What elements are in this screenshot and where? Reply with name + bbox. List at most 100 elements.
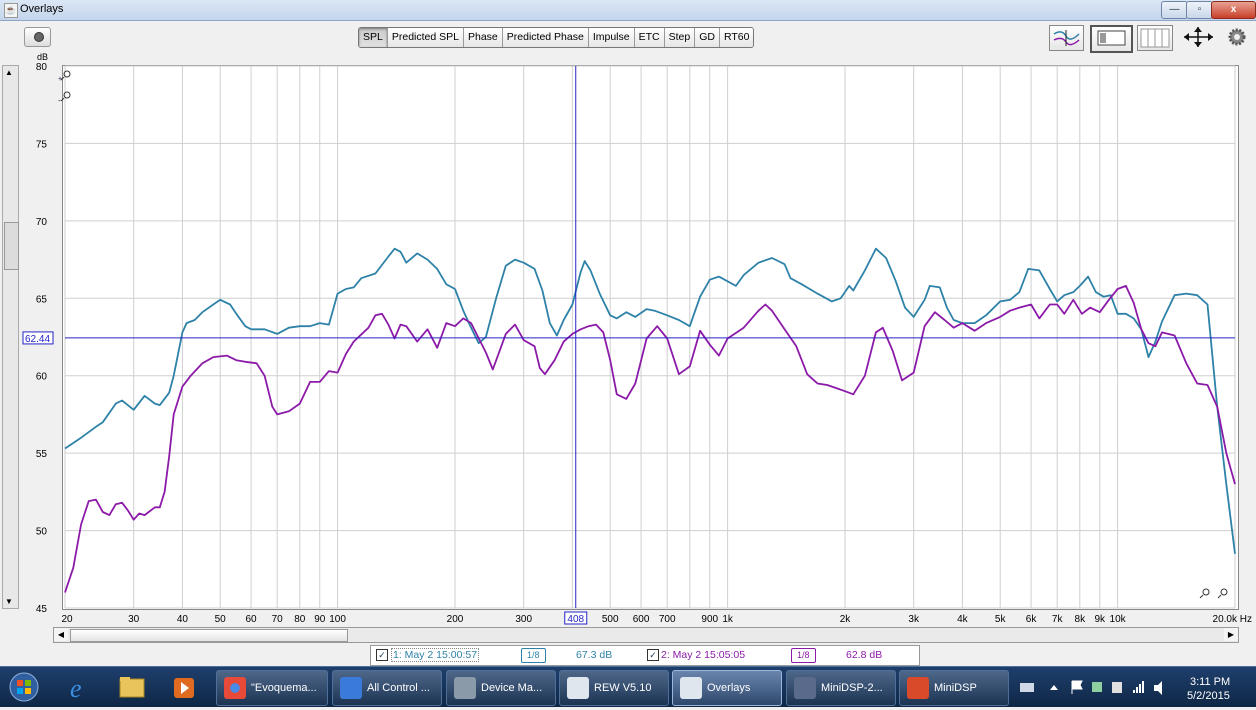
taskbar-item-minidsp-2[interactable]: MiniDSP-2...	[786, 670, 896, 706]
graph-tabs: SPL Predicted SPL Phase Predicted Phase …	[358, 27, 755, 48]
tab-step[interactable]: Step	[664, 28, 696, 47]
y-tick-label: 60	[36, 372, 48, 383]
x-tick-label: 5k	[995, 614, 1007, 625]
x-tick-label: 70	[272, 614, 284, 625]
y-tick-label: 65	[36, 294, 48, 305]
x-tick-label: 200	[447, 614, 464, 625]
taskbar-item-overlays[interactable]: Overlays	[672, 670, 782, 706]
maximize-button[interactable]: ▫	[1186, 1, 1213, 19]
keyboard-icon[interactable]	[1020, 683, 1034, 692]
all-traces-button[interactable]	[1090, 25, 1133, 53]
y-tick-label: 55	[36, 449, 48, 460]
scroll-right-arrow[interactable]: ▶	[1224, 628, 1238, 641]
x-tick-label: 300	[515, 614, 532, 625]
x-tick-label: 30	[128, 614, 140, 625]
network-icon[interactable]	[1092, 682, 1102, 692]
x-tick-label: 10k	[1110, 614, 1127, 625]
taskbar-item-label: Device Ma...	[481, 682, 543, 694]
y-axis: 80 75 70 65 60 55 50 45	[36, 62, 48, 615]
y-tick-label: 75	[36, 139, 48, 150]
measurement-1-smoothing[interactable]: 1/8	[521, 648, 546, 663]
x-tick-label: 100	[329, 614, 346, 625]
internet-explorer-icon[interactable]: e	[60, 671, 100, 703]
x-tick-label: 1k	[722, 614, 734, 625]
signal-icon[interactable]	[1133, 681, 1144, 693]
taskbar-item-device-manager[interactable]: Device Ma...	[446, 670, 556, 706]
window-layout-icon	[1097, 30, 1126, 46]
show-hidden-icons-icon[interactable]	[1050, 685, 1058, 690]
control-panel-icon	[340, 677, 362, 699]
x-tick-label: 40	[177, 614, 189, 625]
tab-predicted-spl[interactable]: Predicted SPL	[387, 28, 464, 47]
volume-icon[interactable]	[1154, 681, 1162, 695]
measurement-2-smoothing[interactable]: 1/8	[791, 648, 816, 663]
chrome-icon	[224, 677, 246, 699]
horizontal-scroll-thumb[interactable]	[70, 629, 348, 642]
title-bar: ☕ Overlays — ▫ x	[0, 0, 1256, 21]
measurement-2-name[interactable]: 2: May 2 15:05:05	[661, 649, 745, 661]
flag-icon[interactable]	[1071, 680, 1083, 694]
scroll-down-arrow[interactable]: ▼	[5, 597, 13, 606]
taskbar-item-label: All Control ...	[367, 682, 430, 694]
vertical-scroll-thumb[interactable]	[4, 222, 19, 270]
vertical-scrollbar[interactable]: ▲ ▼	[2, 65, 19, 609]
y-tick-label: 45	[36, 604, 48, 615]
svg-text:e: e	[70, 674, 82, 703]
media-player-icon[interactable]	[164, 671, 204, 703]
x-tick-label: 20	[61, 614, 73, 625]
taskbar-item-control-panel[interactable]: All Control ...	[332, 670, 442, 706]
taskbar-item-chrome[interactable]: "Evoquema...	[216, 670, 328, 706]
cursor-y-readout: 62.44	[25, 334, 50, 345]
fit-view-button[interactable]	[1181, 25, 1216, 49]
device-manager-icon	[454, 677, 476, 699]
minimize-button[interactable]: —	[1161, 1, 1188, 19]
scroll-left-arrow[interactable]: ◀	[54, 628, 68, 641]
tab-spl[interactable]: SPL	[359, 28, 388, 47]
x-tick-label: 3k	[908, 614, 920, 625]
x-tick-label: 90	[314, 614, 326, 625]
tab-rt60[interactable]: RT60	[719, 28, 754, 47]
x-tick-label: 900	[701, 614, 718, 625]
y-axis-label: dB	[37, 52, 48, 62]
camera-button[interactable]	[24, 27, 51, 47]
close-button[interactable]: x	[1211, 1, 1256, 19]
taskbar-item-minidsp[interactable]: MiniDSP	[899, 670, 1009, 706]
scroll-up-arrow[interactable]: ▲	[5, 68, 13, 77]
x-tick-label: 80	[294, 614, 306, 625]
measurement-1-checkbox[interactable]: ✓	[376, 649, 388, 661]
usb-icon[interactable]	[1112, 682, 1122, 693]
measurement-legend: ✓ 1: May 2 15:00:57 1/8 67.3 dB ✓ 2: May…	[370, 645, 920, 666]
java-icon	[567, 677, 589, 699]
minidsp-icon	[794, 677, 816, 699]
stacked-traces-button[interactable]	[1137, 25, 1173, 51]
taskbar-item-label: MiniDSP	[934, 682, 977, 694]
tab-impulse[interactable]: Impulse	[588, 28, 635, 47]
x-tick-label: 20.0k Hz	[1213, 614, 1252, 625]
start-button[interactable]	[4, 671, 44, 703]
tab-phase[interactable]: Phase	[463, 28, 503, 47]
taskbar: e "Evoquema... All Control ... Device Ma…	[0, 666, 1256, 707]
graph-area[interactable]	[62, 65, 1239, 610]
horizontal-scrollbar[interactable]: ◀ ▶	[53, 627, 1239, 643]
tray-icons	[1020, 680, 1162, 695]
overlay-mode-button[interactable]	[1049, 25, 1084, 51]
cursor-y-readout-box	[22, 331, 54, 345]
tab-predicted-phase[interactable]: Predicted Phase	[502, 28, 589, 47]
minidsp-plugin-icon	[907, 677, 929, 699]
overlay-lines-icon	[1053, 30, 1080, 46]
tab-etc[interactable]: ETC	[634, 28, 665, 47]
measurement-1-name[interactable]: 1: May 2 15:00:57	[391, 648, 480, 662]
x-tick-label: 600	[633, 614, 650, 625]
arrows-expand-icon	[1184, 27, 1213, 47]
window-title: Overlays	[20, 3, 64, 15]
clock-time[interactable]: 3:11 PM	[1190, 676, 1230, 688]
tab-gd[interactable]: GD	[695, 28, 720, 47]
clock-date[interactable]: 5/2/2015	[1187, 690, 1230, 702]
x-tick-label: 700	[659, 614, 676, 625]
cursor-x-readout: 408	[567, 614, 584, 625]
measurement-2-checkbox[interactable]: ✓	[647, 649, 659, 661]
taskbar-item-label: MiniDSP-2...	[821, 682, 883, 694]
file-explorer-icon[interactable]	[112, 671, 152, 703]
gear-icon[interactable]	[1227, 27, 1247, 47]
taskbar-item-rew[interactable]: REW V5.10	[559, 670, 669, 706]
